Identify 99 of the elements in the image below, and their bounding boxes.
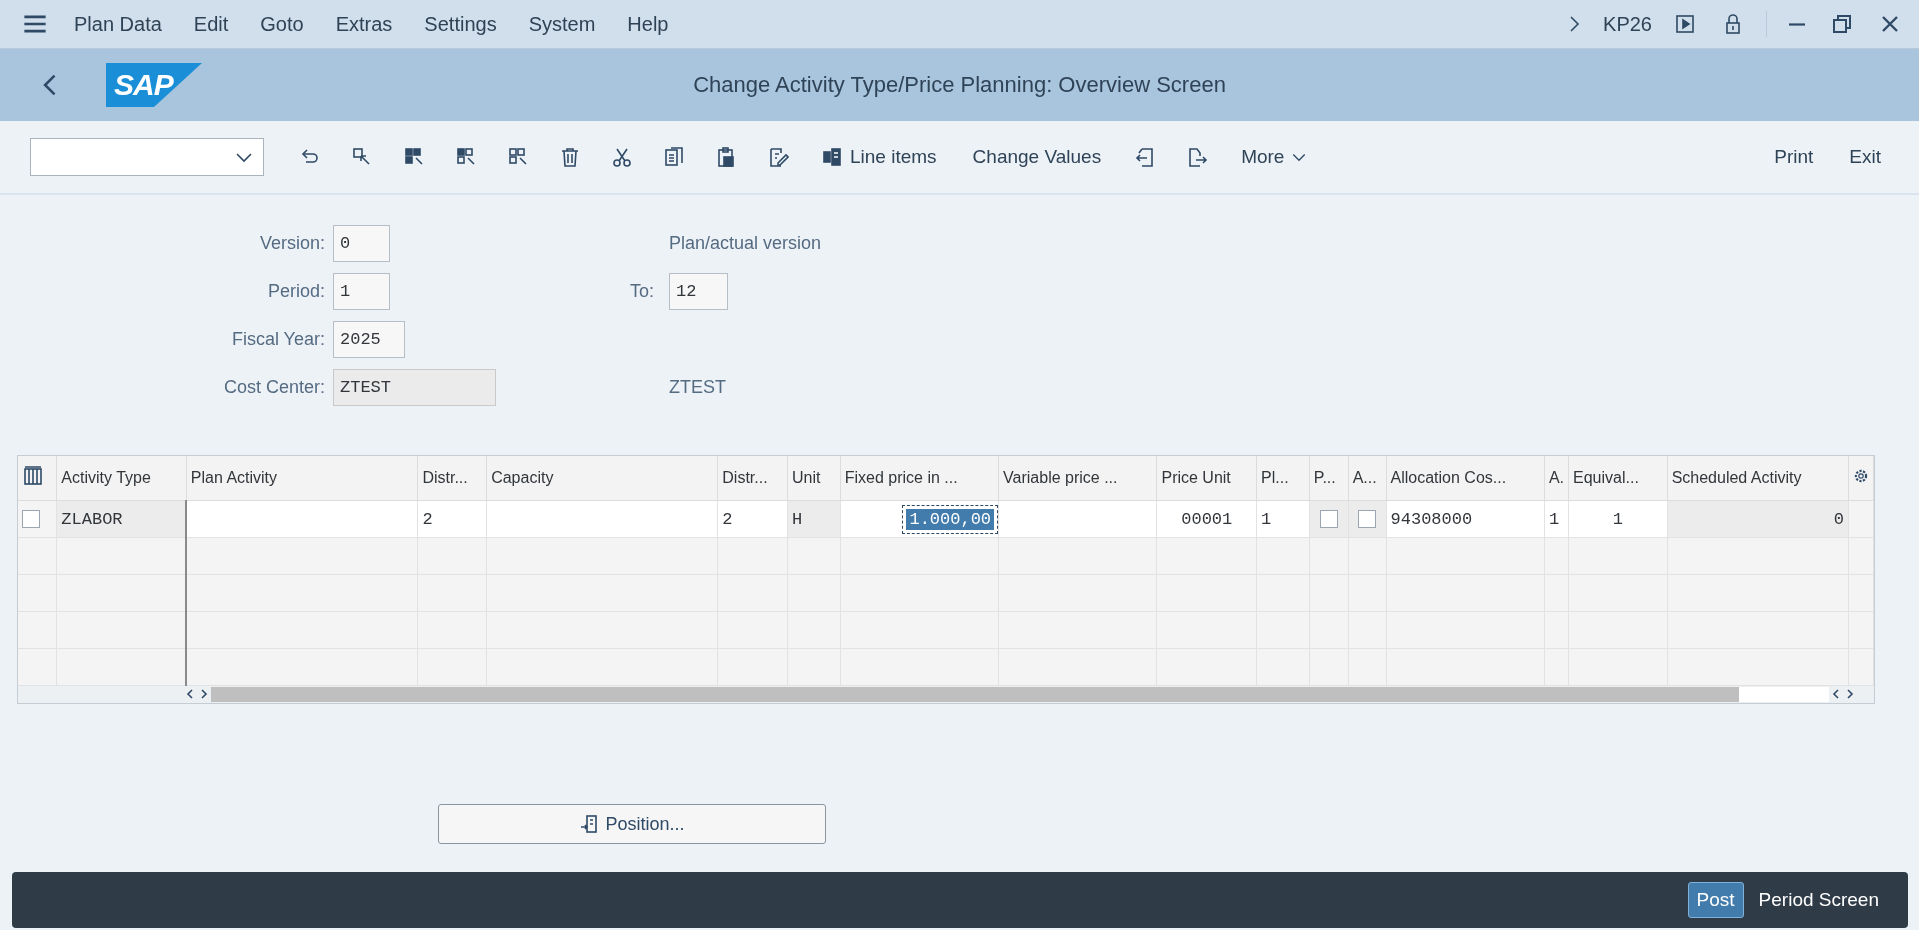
field-description: ZTEST (669, 377, 726, 397)
table-cell[interactable]: 1 (1256, 500, 1310, 538)
next-page-icon (1186, 146, 1209, 168)
transaction-code: KP26 (1603, 12, 1652, 36)
table-cell (1848, 537, 1874, 575)
table-cell (1309, 648, 1349, 686)
table-cell (1848, 648, 1874, 686)
input-field[interactable]: 2025 (333, 321, 405, 358)
play-icon (1674, 13, 1696, 35)
table-cell[interactable] (998, 500, 1157, 538)
menu-item[interactable]: System (528, 8, 596, 40)
scrollbar-thumb[interactable] (211, 687, 1739, 702)
input-field[interactable]: 0 (333, 225, 390, 262)
column-header[interactable]: Price Unit (1156, 456, 1257, 501)
chevron-right-icon (1846, 689, 1854, 699)
menu-item[interactable]: Help (627, 8, 669, 40)
table-cell (18, 648, 57, 686)
field-label: Fiscal Year: (230, 329, 325, 350)
field-label: Period: (266, 281, 325, 302)
table-cell (787, 537, 841, 575)
line-items-button[interactable]: Line items (814, 140, 945, 174)
minimize-icon (1789, 22, 1805, 26)
toolbar-button[interactable]: Exit (1841, 140, 1889, 174)
change-values-button[interactable]: Change Values (964, 140, 1110, 174)
column-header[interactable]: Activity Type (56, 456, 187, 501)
menu-item[interactable]: Settings (424, 8, 497, 40)
column-header[interactable]: Fixed price in ... (840, 456, 999, 501)
row-checkbox[interactable] (22, 510, 40, 529)
copy-icon (663, 146, 685, 168)
table-cell[interactable] (186, 500, 418, 538)
primary-button[interactable]: Post (1687, 882, 1744, 918)
footer-button[interactable]: Period Screen (1749, 882, 1888, 918)
table-cell (1256, 648, 1310, 686)
restore-icon (1831, 13, 1853, 35)
table-cell (417, 648, 487, 686)
chevron-left-icon (186, 689, 194, 699)
table-cell (18, 574, 57, 612)
table-cell[interactable] (486, 500, 718, 538)
line-items-icon (822, 146, 844, 168)
table-cell: H (787, 500, 841, 538)
menu-item[interactable]: Extras (335, 8, 393, 40)
column-header[interactable]: Allocation Cos... (1386, 456, 1545, 501)
table-cell (1544, 537, 1569, 575)
sap-logo: SAP (106, 63, 202, 107)
column-header[interactable]: Distr... (417, 456, 487, 501)
gear-icon (1852, 468, 1869, 484)
field-label: Cost Center: (222, 377, 325, 398)
table-cell (787, 648, 841, 686)
field-label: Version: (258, 233, 325, 254)
toolbar-button[interactable]: Print (1766, 140, 1822, 174)
column-header[interactable]: Plan Activity (186, 456, 418, 501)
column-header[interactable]: Capacity (486, 456, 718, 501)
column-header[interactable]: Variable price ... (998, 456, 1157, 501)
table-cell (1544, 648, 1569, 686)
table-cell[interactable]: 2 (717, 500, 788, 538)
column-header[interactable]: A... (1348, 456, 1387, 501)
window-title: Change Activity Type/Price Planning: Overview Screen (693, 72, 1226, 97)
input-field[interactable]: 12 (669, 273, 728, 310)
column-header[interactable]: P... (1309, 456, 1349, 501)
menu-item[interactable]: Plan Data (74, 8, 162, 40)
scissors-icon (611, 146, 633, 168)
table-cell[interactable]: 94308000 (1386, 500, 1545, 538)
table-cell (1348, 648, 1387, 686)
chevron-right-icon (200, 689, 208, 699)
column-header[interactable]: A. (1544, 456, 1569, 501)
field-description: Plan/actual version (669, 233, 822, 253)
column-header[interactable]: Distr... (717, 456, 788, 501)
input-field[interactable]: ZTEST (333, 369, 496, 406)
paste-icon (715, 146, 737, 168)
table-cell[interactable]: 1 (1568, 500, 1668, 538)
table-cell[interactable]: 2 (417, 500, 487, 538)
table-cell (1848, 611, 1874, 649)
field-label: To: (630, 281, 654, 302)
table-cell (417, 537, 487, 575)
table-cell: ZLABOR (56, 500, 187, 538)
column-header[interactable]: Equival... (1568, 456, 1668, 501)
edit-icon (767, 146, 789, 168)
more-button[interactable]: More (1233, 140, 1317, 174)
menu-item[interactable]: Edit (193, 8, 229, 40)
trash-icon (559, 146, 581, 168)
position-button[interactable]: Position... (438, 804, 826, 844)
table-cell (717, 537, 788, 575)
chevron-left-icon (1832, 689, 1840, 699)
table-cell (1256, 537, 1310, 575)
table-cell[interactable]: 00001 (1156, 500, 1257, 538)
checkbox[interactable] (1319, 510, 1338, 529)
table-cell (717, 648, 788, 686)
input-field[interactable]: 1 (333, 273, 390, 310)
column-header[interactable]: Unit (787, 456, 841, 501)
table-cell (1848, 574, 1874, 612)
checkbox[interactable] (1358, 510, 1377, 529)
column-header[interactable]: Pl... (1256, 456, 1310, 501)
table-cell (18, 611, 57, 649)
table-cell[interactable]: 1.000,00 (840, 500, 999, 538)
table-cell: 0 (1667, 500, 1849, 538)
column-header[interactable]: Scheduled Activity (1667, 456, 1849, 501)
command-field[interactable] (30, 138, 264, 176)
column-settings-icon (22, 465, 44, 487)
menu-item[interactable]: Goto (260, 8, 304, 40)
